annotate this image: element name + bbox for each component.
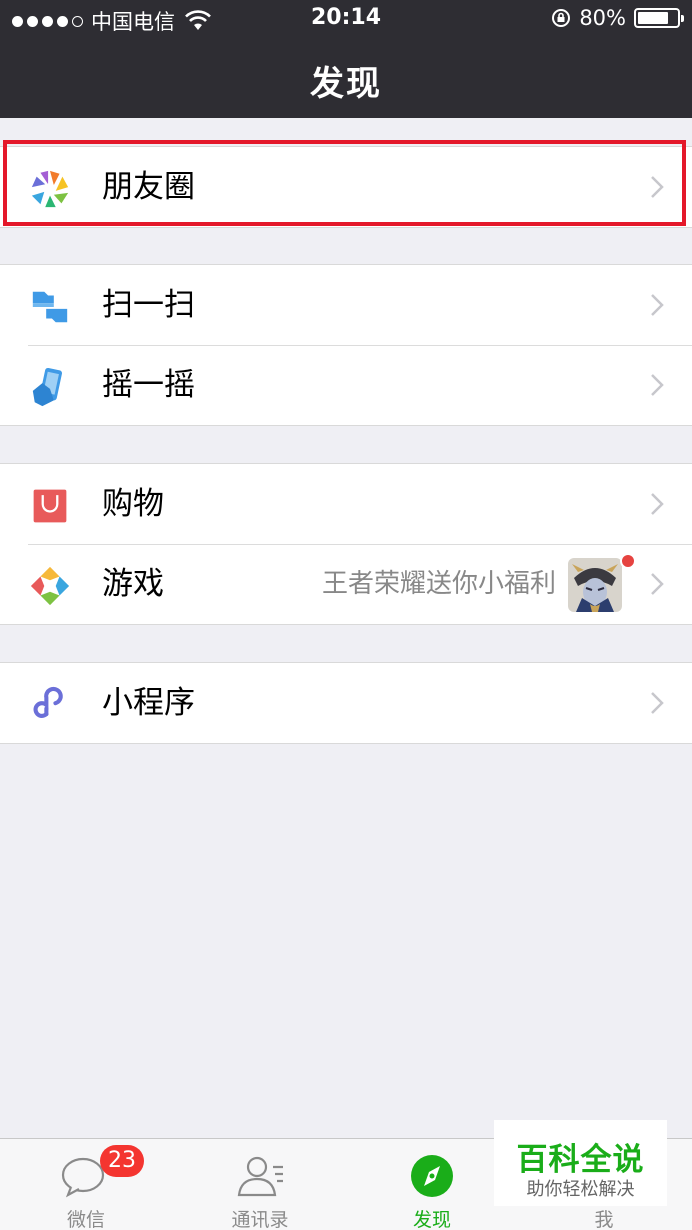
page-title: 发现 bbox=[310, 64, 382, 104]
tab-label: 通讯录 bbox=[231, 1209, 289, 1230]
group-mini-programs: 小程序 bbox=[0, 662, 692, 744]
group-scan-shake: 扫一扫 摇一摇 bbox=[0, 264, 692, 426]
compass-icon bbox=[411, 1155, 453, 1197]
mini-program-icon bbox=[28, 683, 72, 727]
watermark-subtitle: 助你轻松解决 bbox=[526, 1179, 635, 1200]
cell-label: 摇一摇 bbox=[102, 367, 195, 403]
group-shopping-games: 购物 游戏 王者荣耀送你小福利 bbox=[0, 463, 692, 625]
tab-discover[interactable]: 发现 bbox=[372, 1139, 492, 1230]
chevron-right-icon bbox=[651, 692, 664, 714]
tab-contacts[interactable]: 通讯录 bbox=[200, 1139, 320, 1230]
cell-label: 扫一扫 bbox=[102, 287, 195, 323]
cell-games[interactable]: 游戏 王者荣耀送你小福利 bbox=[0, 544, 692, 624]
games-promo-text: 王者荣耀送你小福利 bbox=[321, 569, 556, 599]
chevron-right-icon bbox=[651, 374, 664, 396]
tab-chats[interactable]: 微信 23 bbox=[26, 1139, 146, 1230]
moments-aperture-icon bbox=[28, 167, 72, 211]
games-diamond-icon bbox=[28, 564, 72, 608]
cell-shopping[interactable]: 购物 bbox=[0, 464, 692, 544]
cell-moments[interactable]: 朋友圈 bbox=[0, 147, 692, 227]
watermark-logo: 百科全说 助你轻松解决 bbox=[494, 1120, 667, 1206]
tab-label: 我 bbox=[594, 1209, 614, 1230]
tab-label: 微信 bbox=[66, 1209, 105, 1230]
cell-scan[interactable]: 扫一扫 bbox=[0, 265, 692, 345]
cell-label: 游戏 bbox=[102, 566, 164, 602]
chevron-right-icon bbox=[651, 294, 664, 316]
cell-mini-programs[interactable]: 小程序 bbox=[0, 663, 692, 743]
chevron-right-icon bbox=[651, 573, 664, 595]
orientation-lock-icon bbox=[552, 9, 571, 27]
scan-icon bbox=[28, 285, 72, 329]
battery-percent: 80% bbox=[579, 6, 626, 30]
unread-badge: 23 bbox=[100, 1145, 144, 1177]
group-moments: 朋友圈 bbox=[0, 146, 692, 228]
contacts-icon bbox=[237, 1156, 283, 1197]
status-right: 80% bbox=[551, 6, 684, 30]
tab-label: 发现 bbox=[412, 1209, 451, 1230]
shopping-bag-icon bbox=[28, 484, 72, 528]
shake-phone-icon bbox=[28, 365, 72, 409]
watermark-title: 百科全说 bbox=[516, 1142, 645, 1178]
game-hero-avatar bbox=[568, 558, 622, 612]
cell-shake[interactable]: 摇一摇 bbox=[0, 345, 692, 425]
cell-label: 朋友圈 bbox=[102, 169, 195, 205]
new-notification-dot bbox=[620, 553, 636, 569]
cell-label: 购物 bbox=[102, 486, 164, 522]
chevron-right-icon bbox=[651, 493, 664, 515]
top-bar: 中国电信 20:14 80% 发现 bbox=[0, 0, 692, 118]
cell-label: 小程序 bbox=[102, 685, 195, 721]
status-bar: 中国电信 20:14 80% bbox=[0, 0, 692, 38]
chevron-right-icon bbox=[651, 176, 664, 198]
battery-icon bbox=[634, 8, 684, 28]
